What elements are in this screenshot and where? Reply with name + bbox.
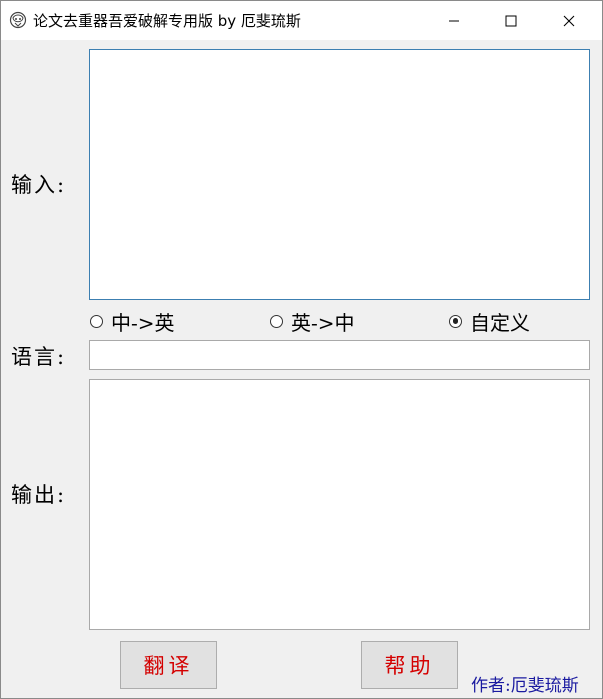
- input-label: 输入:: [11, 173, 67, 197]
- app-window: 论文去重器吾爱破解专用版 by 厄斐琉斯 输入: 中->英 英->中 自定义 语…: [0, 0, 603, 699]
- radio-label: 英->中: [291, 310, 355, 335]
- output-label: 输出:: [11, 483, 67, 507]
- radio-custom[interactable]: 自定义: [449, 308, 530, 335]
- author-credit: 作者:厄斐琉斯: [471, 676, 579, 696]
- language-input[interactable]: [89, 340, 590, 370]
- radio-icon: [270, 314, 283, 328]
- close-button[interactable]: [540, 1, 598, 40]
- radio-icon: [449, 314, 462, 328]
- title-bar[interactable]: 论文去重器吾爱破解专用版 by 厄斐琉斯: [1, 1, 602, 40]
- translate-button[interactable]: 翻译: [120, 641, 217, 689]
- input-textarea[interactable]: [89, 49, 590, 300]
- maximize-button[interactable]: [482, 1, 540, 40]
- minimize-button[interactable]: [425, 1, 483, 40]
- close-icon: [563, 15, 575, 26]
- radio-label: 中->英: [111, 310, 175, 335]
- maximize-icon: [505, 15, 517, 26]
- minimize-icon: [449, 20, 459, 21]
- language-label: 语言:: [11, 345, 67, 369]
- radio-label: 自定义: [470, 310, 530, 335]
- radio-zh-to-en[interactable]: 中->英: [90, 308, 175, 335]
- app-icon: [9, 11, 27, 29]
- radio-en-to-zh[interactable]: 英->中: [270, 308, 355, 335]
- output-textarea[interactable]: [89, 379, 590, 630]
- help-button[interactable]: 帮助: [361, 641, 458, 689]
- radio-icon: [90, 314, 103, 328]
- window-title: 论文去重器吾爱破解专用版 by 厄斐琉斯: [33, 12, 301, 30]
